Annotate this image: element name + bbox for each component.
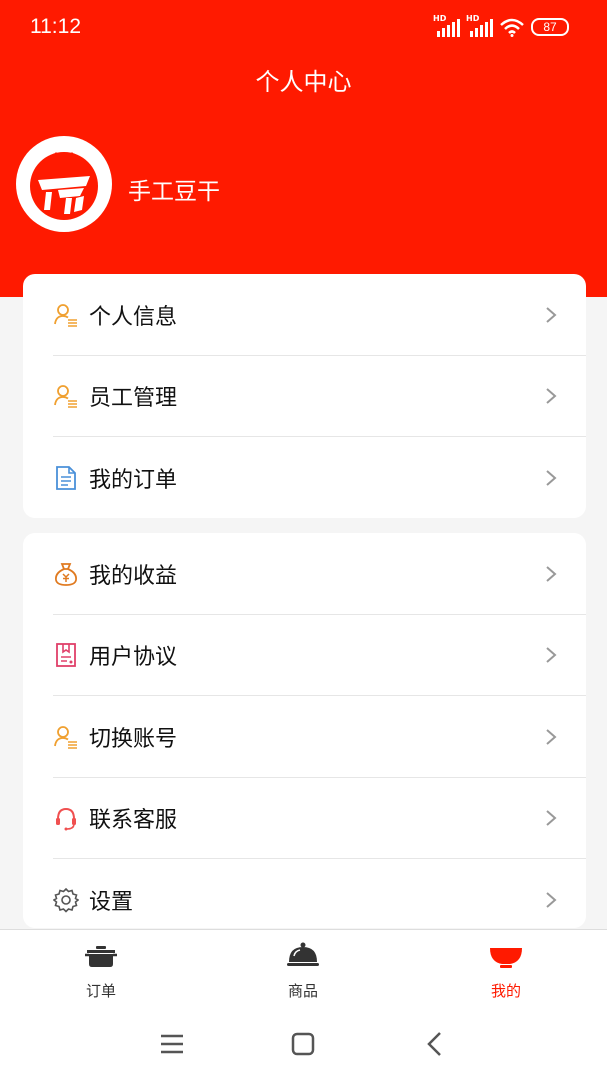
chevron-right-icon [546,810,557,827]
tab-label: 我的 [490,982,521,1000]
user-list-icon [54,303,77,327]
document-icon [56,465,76,490]
menu-item-label: 我的收益 [89,563,178,589]
chevron-right-icon [546,565,557,582]
menu-item-label: 切换账号 [89,726,178,752]
tab-label: 商品 [287,982,318,1000]
menu-item-user-agreement[interactable]: 用户协议 [23,615,586,696]
battery-indicator: 87 [531,18,569,36]
tab-products[interactable]: 商品 [243,930,363,1012]
menu-item-label: 个人信息 [89,304,178,330]
status-time: 11:12 [30,15,81,38]
cellular-signal-icon: HD [433,14,460,37]
home-icon[interactable] [288,1029,318,1059]
wifi-icon [500,18,524,37]
status-icons: HD HD 87 [433,14,569,37]
bottom-tab-bar: 订单 商品 我的 [0,929,607,1011]
tab-mine[interactable]: 我的 [446,930,566,1012]
cellular-signal-icon-2: HD [466,14,493,37]
menu-card-2: 我的收益 用户协议 切换账号 联系客服 设置 [23,533,586,928]
tab-label: 订单 [85,982,116,1000]
pot-icon [85,946,117,967]
user-name: 手工豆干 [128,179,220,205]
chevron-right-icon [546,388,557,405]
gear-icon [53,887,79,913]
back-icon[interactable] [420,1029,450,1059]
avatar[interactable] [16,136,112,232]
menu-item-label: 联系客服 [89,808,178,834]
chevron-right-icon [546,469,557,486]
menu-item-staff-management[interactable]: 员工管理 [23,356,586,437]
cloche-icon [287,942,319,966]
menu-item-label: 用户协议 [89,645,178,671]
menu-item-settings[interactable]: 设置 [23,859,586,928]
user-list-icon [54,385,77,409]
logo-icon [30,152,98,220]
agreement-icon [56,643,76,668]
menu-item-my-earnings[interactable]: 我的收益 [23,533,586,615]
chevron-right-icon [546,891,557,908]
bowl-icon [490,948,522,968]
menu-item-label: 我的订单 [89,467,178,493]
hd-label-2: HD [466,14,480,23]
system-navigation-bar [0,1011,607,1080]
menu-icon[interactable] [157,1029,187,1059]
menu-item-my-orders[interactable]: 我的订单 [23,437,586,518]
page-title: 个人中心 [255,68,352,96]
user-list-icon [54,725,77,749]
menu-card-1: 个人信息 员工管理 我的订单 [23,274,586,518]
chevron-right-icon [546,647,557,664]
money-bag-icon [55,562,77,586]
menu-item-label: 设置 [89,889,134,915]
menu-item-customer-service[interactable]: 联系客服 [23,778,586,859]
headset-icon [56,808,76,831]
chevron-right-icon [546,306,557,323]
menu-item-label: 员工管理 [89,386,178,412]
menu-item-personal-info[interactable]: 个人信息 [23,274,586,356]
hd-label: HD [433,14,447,23]
status-bar: 11:12 HD HD 87 [0,0,607,58]
chevron-right-icon [546,728,557,745]
tab-orders[interactable]: 订单 [41,930,161,1012]
menu-item-switch-account[interactable]: 切换账号 [23,696,586,778]
